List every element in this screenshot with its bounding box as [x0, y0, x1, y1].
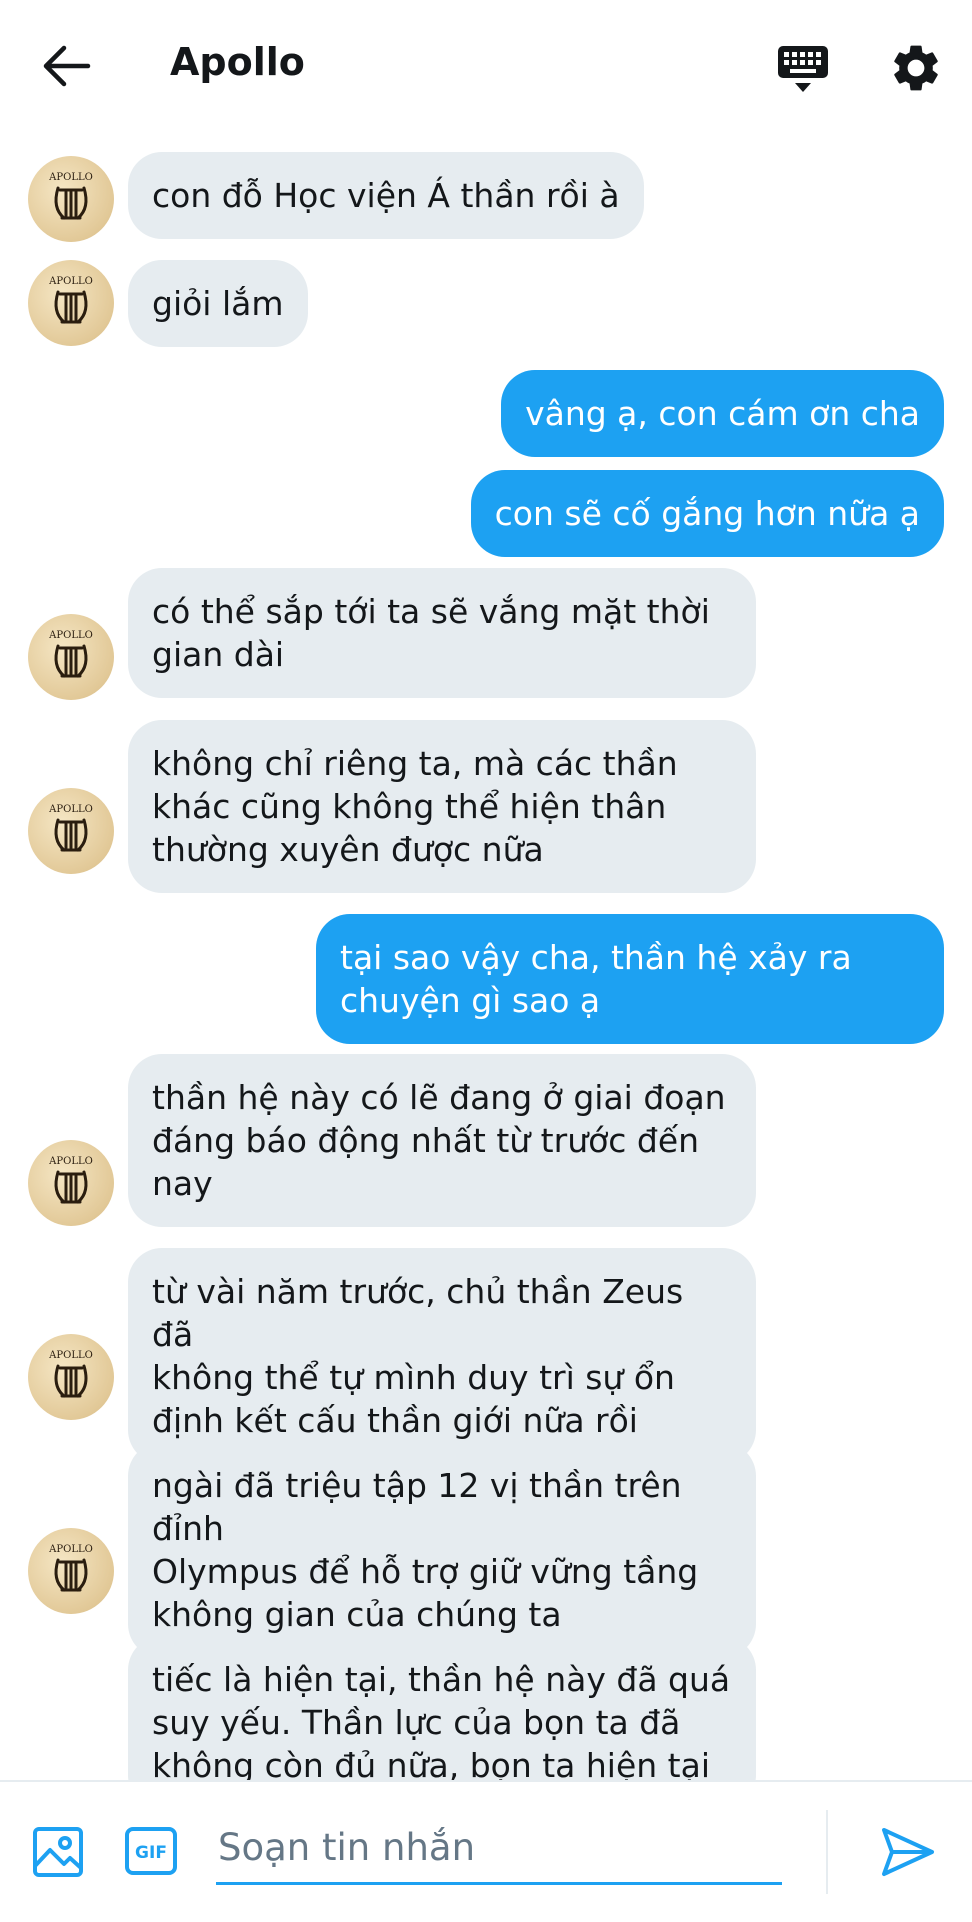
avatar-label: APOLLO [48, 276, 93, 287]
avatar[interactable]: APOLLO [28, 1140, 114, 1226]
message-bubble-incoming[interactable]: ngài đã triệu tập 12 vị thần trên đỉnh O… [128, 1442, 756, 1658]
message-composer: GIF [0, 1780, 972, 1922]
avatar-label: APOLLO [48, 1350, 93, 1361]
message-bubble-incoming[interactable]: có thể sắp tới ta sẽ vắng mặt thời gian … [128, 568, 756, 698]
message-input[interactable] [216, 1812, 782, 1885]
avatar-label: APOLLO [48, 804, 93, 815]
avatar-label: APOLLO [48, 1544, 93, 1555]
avatar[interactable]: APOLLO [28, 1334, 114, 1420]
avatar-label: APOLLO [48, 1156, 93, 1167]
message-bubble-outgoing[interactable]: con sẽ cố gắng hơn nữa ạ [470, 470, 944, 557]
divider [826, 1810, 828, 1894]
avatar[interactable]: APOLLO [28, 1528, 114, 1614]
message-bubble-incoming[interactable]: tiếc là hiện tại, thần hệ này đã quá suy… [128, 1636, 756, 1780]
arrow-left-icon[interactable] [40, 44, 92, 88]
lyre-icon [54, 818, 88, 852]
message-bubble-outgoing[interactable]: vâng ạ, con cám ơn cha [501, 370, 944, 457]
gif-icon[interactable]: GIF [124, 1826, 178, 1876]
image-icon[interactable] [32, 1826, 84, 1878]
avatar-label: APOLLO [48, 630, 93, 641]
message-bubble-incoming[interactable]: không chỉ riêng ta, mà các thần khác cũn… [128, 720, 756, 893]
lyre-icon [54, 290, 88, 324]
lyre-icon [54, 644, 88, 678]
lyre-icon [54, 1170, 88, 1204]
lyre-icon [54, 186, 88, 220]
avatar[interactable]: APOLLO [28, 156, 114, 242]
lyre-icon [54, 1558, 88, 1592]
avatar[interactable]: APOLLO [28, 260, 114, 346]
message-bubble-incoming[interactable]: thần hệ này có lẽ đang ở giai đoạn đáng … [128, 1054, 756, 1227]
avatar[interactable]: APOLLO [28, 614, 114, 700]
gear-icon[interactable] [888, 40, 944, 96]
gif-label: GIF [135, 1843, 167, 1863]
top-bar: Apollo [0, 0, 972, 130]
avatar-label: APOLLO [48, 172, 93, 183]
message-bubble-incoming[interactable]: con đỗ Học viện Á thần rồi à [128, 152, 644, 239]
message-bubble-outgoing[interactable]: tại sao vậy cha, thần hệ xảy ra chuyện g… [316, 914, 944, 1044]
conversation-title: Apollo [170, 40, 305, 84]
avatar[interactable]: APOLLO [28, 788, 114, 874]
keyboard-icon[interactable] [776, 42, 830, 96]
message-bubble-incoming[interactable]: giỏi lắm [128, 260, 308, 347]
message-bubble-incoming[interactable]: từ vài năm trước, chủ thần Zeus đã không… [128, 1248, 756, 1464]
message-list[interactable]: APOLLO con đỗ Học viện Á thần rồi à APOL… [0, 130, 972, 1780]
send-icon[interactable] [880, 1824, 936, 1880]
lyre-icon [54, 1364, 88, 1398]
